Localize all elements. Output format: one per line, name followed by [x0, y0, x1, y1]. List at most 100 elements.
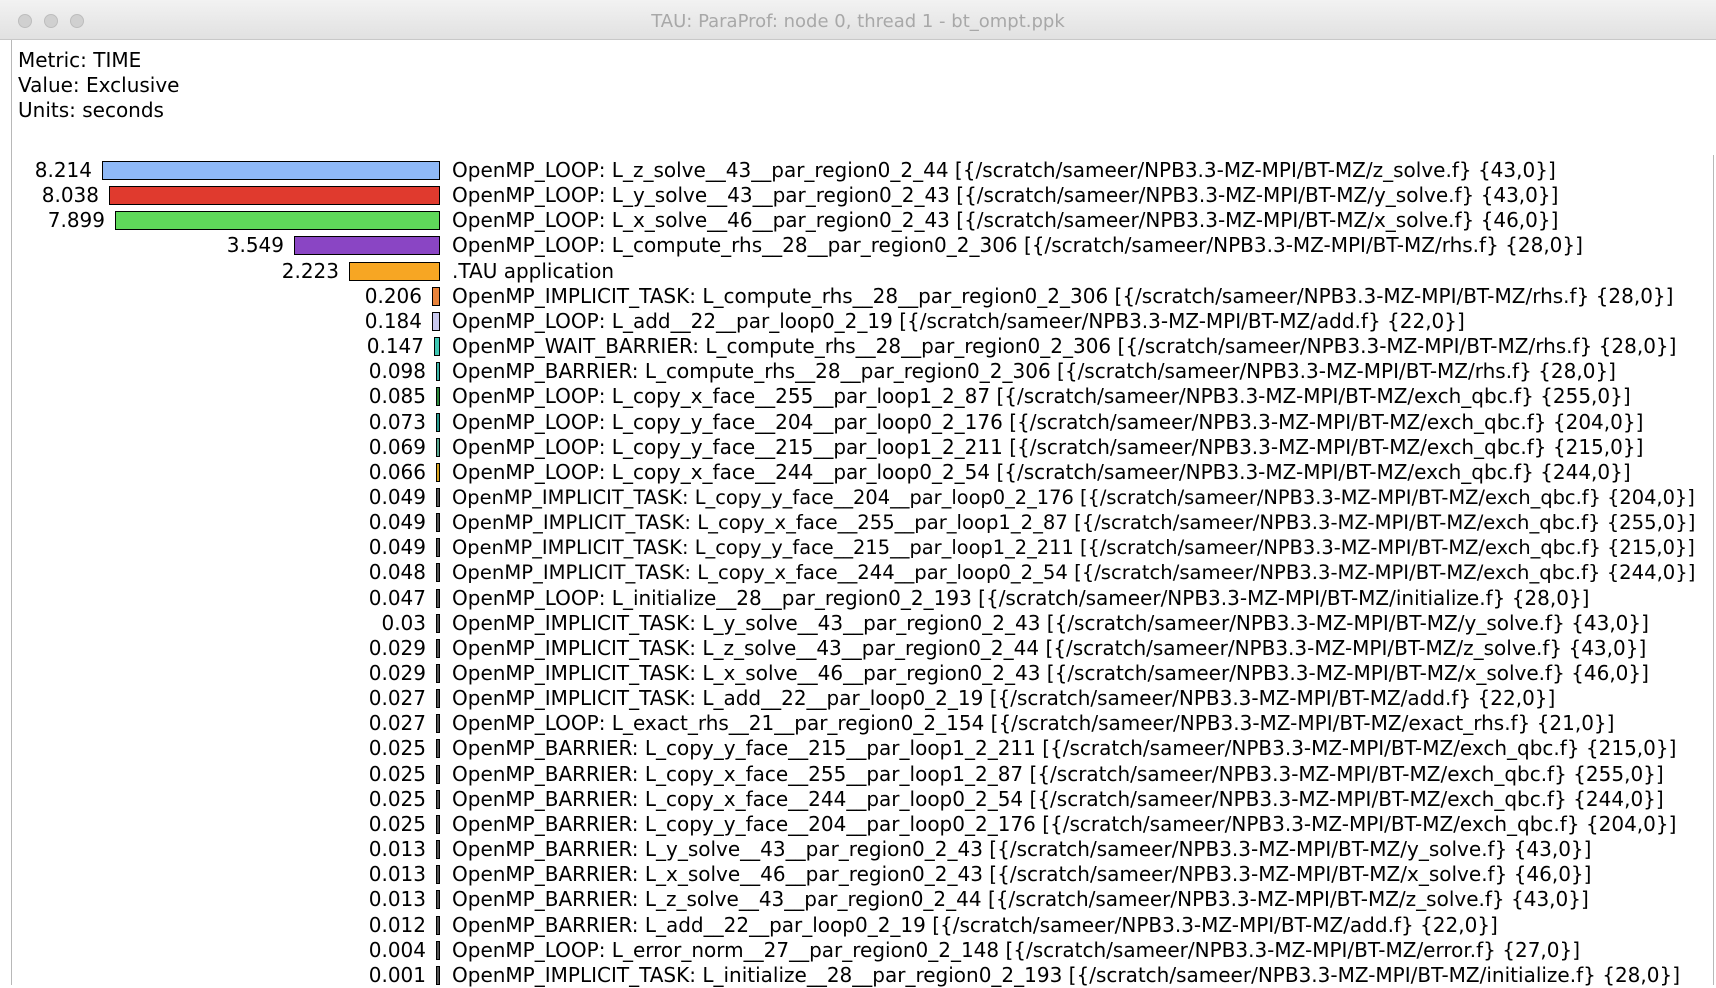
exclusive-time-bar[interactable]: [436, 940, 440, 960]
function-row[interactable]: 0.029 OpenMP_IMPLICIT_TASK: L_z_solve__43…: [0, 636, 1716, 661]
exclusive-time-bar[interactable]: [436, 563, 440, 583]
exclusive-time-bar[interactable]: [436, 412, 440, 432]
function-row[interactable]: 0.069 OpenMP_LOOP: L_copy_y_face__215__pa…: [0, 435, 1716, 460]
exclusive-time-bar[interactable]: [436, 764, 440, 784]
function-row[interactable]: 8.214 OpenMP_LOOP: L_z_solve__43__par_reg…: [0, 158, 1716, 183]
function-row[interactable]: 0.048 OpenMP_IMPLICIT_TASK: L_copy_x_face…: [0, 560, 1716, 585]
function-row[interactable]: 7.899 OpenMP_LOOP: L_x_solve__46__par_reg…: [0, 208, 1716, 233]
function-name[interactable]: OpenMP_IMPLICIT_TASK: L_copy_x_face__255…: [452, 510, 1695, 535]
exclusive-time-bar[interactable]: [436, 538, 440, 558]
exclusive-time-bar[interactable]: [436, 789, 440, 809]
function-row[interactable]: 0.025 OpenMP_BARRIER: L_copy_x_face__255_…: [0, 762, 1716, 787]
function-row[interactable]: 0.013 OpenMP_BARRIER: L_y_solve__43__par_…: [0, 837, 1716, 862]
function-name[interactable]: OpenMP_LOOP: L_y_solve__43__par_region0_…: [452, 183, 1558, 208]
function-name[interactable]: OpenMP_BARRIER: L_copy_x_face__244__par_…: [452, 787, 1664, 812]
function-name[interactable]: OpenMP_BARRIER: L_copy_x_face__255__par_…: [452, 762, 1664, 787]
function-name[interactable]: OpenMP_IMPLICIT_TASK: L_add__22__par_loo…: [452, 686, 1555, 711]
exclusive-time-bar[interactable]: [115, 211, 440, 231]
exclusive-time-bar[interactable]: [436, 890, 440, 910]
function-row[interactable]: 0.013 OpenMP_BARRIER: L_x_solve__46__par_…: [0, 862, 1716, 887]
function-name[interactable]: .TAU application: [452, 259, 614, 284]
function-name[interactable]: OpenMP_LOOP: L_copy_y_face__215__par_loo…: [452, 435, 1643, 460]
function-name[interactable]: OpenMP_IMPLICIT_TASK: L_copy_y_face__204…: [452, 485, 1695, 510]
function-row[interactable]: 0.049 OpenMP_IMPLICIT_TASK: L_copy_y_face…: [0, 485, 1716, 510]
function-row[interactable]: 0.03 OpenMP_IMPLICIT_TASK: L_y_solve__43_…: [0, 611, 1716, 636]
function-row[interactable]: 0.025 OpenMP_BARRIER: L_copy_y_face__204_…: [0, 812, 1716, 837]
function-row[interactable]: 0.085 OpenMP_LOOP: L_copy_x_face__255__pa…: [0, 384, 1716, 409]
function-row[interactable]: 0.098 OpenMP_BARRIER: L_compute_rhs__28__…: [0, 359, 1716, 384]
exclusive-time-bar[interactable]: [436, 513, 440, 533]
function-row[interactable]: 0.027 OpenMP_IMPLICIT_TASK: L_add__22__pa…: [0, 686, 1716, 711]
function-name[interactable]: OpenMP_WAIT_BARRIER: L_compute_rhs__28__…: [452, 334, 1676, 359]
function-name[interactable]: OpenMP_LOOP: L_z_solve__43__par_region0_…: [452, 158, 1556, 183]
function-name[interactable]: OpenMP_LOOP: L_copy_x_face__244__par_loo…: [452, 460, 1631, 485]
function-row[interactable]: 0.066 OpenMP_LOOP: L_copy_x_face__244__pa…: [0, 460, 1716, 485]
function-name[interactable]: OpenMP_BARRIER: L_compute_rhs__28__par_r…: [452, 359, 1616, 384]
function-row[interactable]: 0.013 OpenMP_BARRIER: L_z_solve__43__par_…: [0, 887, 1716, 912]
function-row[interactable]: 0.025 OpenMP_BARRIER: L_copy_x_face__244_…: [0, 787, 1716, 812]
exclusive-time-bar[interactable]: [436, 588, 440, 608]
function-row[interactable]: 0.184 OpenMP_LOOP: L_add__22__par_loop0_2…: [0, 309, 1716, 334]
function-name[interactable]: OpenMP_IMPLICIT_TASK: L_z_solve__43__par…: [452, 636, 1646, 661]
exclusive-time-bar[interactable]: [102, 161, 440, 180]
function-row[interactable]: 0.027 OpenMP_LOOP: L_exact_rhs__21__par_r…: [0, 711, 1716, 736]
function-name[interactable]: OpenMP_LOOP: L_error_norm__27__par_regio…: [452, 938, 1580, 963]
exclusive-time-bar[interactable]: [436, 865, 440, 885]
exclusive-time-bar[interactable]: [436, 739, 440, 759]
function-row[interactable]: 2.223 .TAU application: [0, 259, 1716, 284]
exclusive-time-bar[interactable]: [436, 362, 440, 382]
function-row[interactable]: 0.001 OpenMP_IMPLICIT_TASK: L_initialize_…: [0, 963, 1716, 988]
exclusive-time-bar[interactable]: [434, 337, 440, 357]
exclusive-time-bar[interactable]: [436, 814, 440, 834]
function-row[interactable]: 8.038 OpenMP_LOOP: L_y_solve__43__par_reg…: [0, 183, 1716, 208]
exclusive-time-bar[interactable]: [436, 714, 440, 734]
exclusive-time-bar[interactable]: [436, 613, 440, 633]
exclusive-time-bar[interactable]: [436, 664, 440, 683]
exclusive-time-bar[interactable]: [432, 311, 440, 331]
function-row[interactable]: 0.012 OpenMP_BARRIER: L_add__22__par_loop…: [0, 913, 1716, 938]
exclusive-time-bar[interactable]: [436, 462, 440, 482]
exclusive-time-bar[interactable]: [436, 915, 440, 935]
function-name[interactable]: OpenMP_BARRIER: L_z_solve__43__par_regio…: [452, 887, 1589, 912]
exclusive-time-bar[interactable]: [349, 261, 440, 281]
function-name[interactable]: OpenMP_BARRIER: L_y_solve__43__par_regio…: [452, 837, 1591, 862]
function-row[interactable]: 0.049 OpenMP_IMPLICIT_TASK: L_copy_y_face…: [0, 535, 1716, 560]
function-row[interactable]: 0.206 OpenMP_IMPLICIT_TASK: L_compute_rhs…: [0, 284, 1716, 309]
exclusive-time-bar[interactable]: [436, 638, 440, 658]
function-name[interactable]: OpenMP_IMPLICIT_TASK: L_x_solve__46__par…: [452, 661, 1649, 686]
function-row[interactable]: 0.025 OpenMP_BARRIER: L_copy_y_face__215_…: [0, 736, 1716, 761]
function-name[interactable]: OpenMP_LOOP: L_initialize__28__par_regio…: [452, 586, 1589, 611]
exclusive-time-bar[interactable]: [432, 286, 440, 306]
function-name[interactable]: OpenMP_LOOP: L_compute_rhs__28__par_regi…: [452, 233, 1583, 258]
function-row[interactable]: 0.073 OpenMP_LOOP: L_copy_y_face__204__pa…: [0, 410, 1716, 435]
function-name[interactable]: OpenMP_IMPLICIT_TASK: L_compute_rhs__28_…: [452, 284, 1673, 309]
exclusive-time-bar[interactable]: [436, 965, 440, 985]
function-row[interactable]: 0.029 OpenMP_IMPLICIT_TASK: L_x_solve__46…: [0, 661, 1716, 686]
function-name[interactable]: OpenMP_LOOP: L_add__22__par_loop0_2_19 […: [452, 309, 1465, 334]
function-row[interactable]: 0.047 OpenMP_LOOP: L_initialize__28__par_…: [0, 586, 1716, 611]
function-name[interactable]: OpenMP_LOOP: L_x_solve__46__par_region0_…: [452, 208, 1558, 233]
function-row[interactable]: 0.004 OpenMP_LOOP: L_error_norm__27__par_…: [0, 938, 1716, 963]
function-name[interactable]: OpenMP_IMPLICIT_TASK: L_y_solve__43__par…: [452, 611, 1649, 636]
function-row[interactable]: 0.049 OpenMP_IMPLICIT_TASK: L_copy_x_face…: [0, 510, 1716, 535]
exclusive-time-bar[interactable]: [436, 840, 440, 860]
function-name[interactable]: OpenMP_IMPLICIT_TASK: L_copy_x_face__244…: [452, 560, 1695, 585]
function-name[interactable]: OpenMP_BARRIER: L_copy_y_face__215__par_…: [452, 736, 1676, 761]
function-row[interactable]: 0.147 OpenMP_WAIT_BARRIER: L_compute_rhs_…: [0, 334, 1716, 359]
function-row[interactable]: 3.549 OpenMP_LOOP: L_compute_rhs__28__par…: [0, 233, 1716, 258]
function-name[interactable]: OpenMP_IMPLICIT_TASK: L_copy_y_face__215…: [452, 535, 1695, 560]
exclusive-time-bar[interactable]: [436, 487, 440, 507]
exclusive-time-bar[interactable]: [109, 186, 440, 206]
function-name[interactable]: OpenMP_LOOP: L_copy_x_face__255__par_loo…: [452, 384, 1631, 409]
function-name[interactable]: OpenMP_LOOP: L_exact_rhs__21__par_region…: [452, 711, 1614, 736]
exclusive-time-bar[interactable]: [436, 387, 440, 407]
exclusive-time-bar[interactable]: [294, 236, 440, 256]
function-name[interactable]: OpenMP_IMPLICIT_TASK: L_initialize__28__…: [452, 963, 1680, 988]
window-titlebar[interactable]: TAU: ParaProf: node 0, thread 1 - bt_omp…: [0, 0, 1716, 40]
exclusive-time-bar[interactable]: [436, 437, 440, 457]
function-name[interactable]: OpenMP_LOOP: L_copy_y_face__204__par_loo…: [452, 410, 1643, 435]
function-name[interactable]: OpenMP_BARRIER: L_add__22__par_loop0_2_1…: [452, 913, 1498, 938]
function-name[interactable]: OpenMP_BARRIER: L_copy_y_face__204__par_…: [452, 812, 1676, 837]
function-name[interactable]: OpenMP_BARRIER: L_x_solve__46__par_regio…: [452, 862, 1591, 887]
exclusive-time-bar[interactable]: [436, 689, 440, 709]
